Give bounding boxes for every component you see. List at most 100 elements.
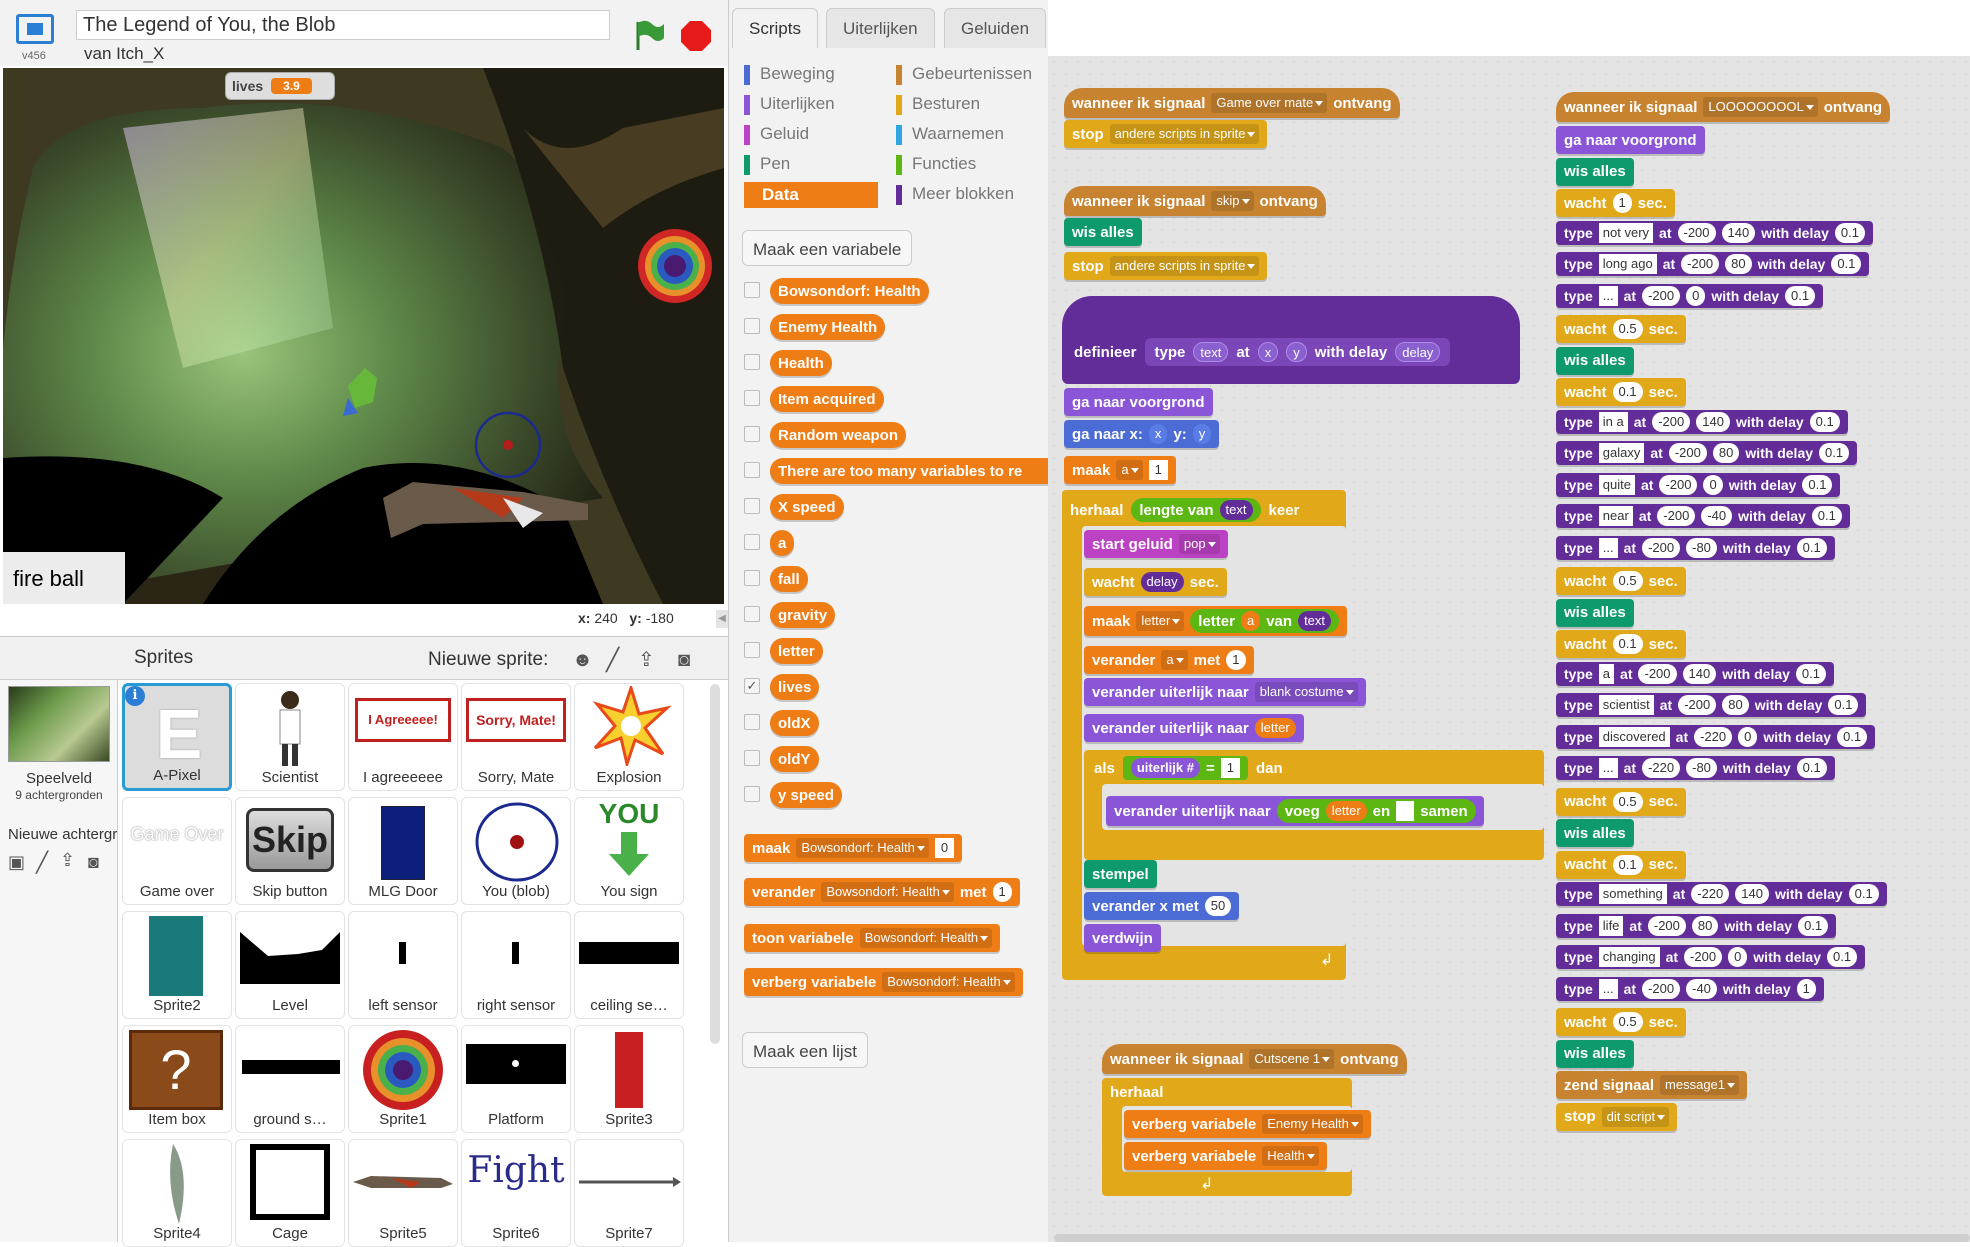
sprite-tile[interactable]: YOU You sign xyxy=(574,797,684,905)
variable-reporter[interactable]: y speed xyxy=(770,782,842,808)
paint-sprite-icon[interactable]: ╱ xyxy=(606,647,619,673)
s3-stamp-block[interactable]: stempel xyxy=(1084,860,1157,888)
s3-hide-block[interactable]: verdwijn xyxy=(1084,924,1161,952)
category-control[interactable]: Besturen xyxy=(896,94,980,115)
variable-checkbox[interactable] xyxy=(744,426,760,442)
variable-reporter[interactable]: Item acquired xyxy=(770,386,884,412)
change-variable-block[interactable]: verander Bowsondorf: Health met 1 xyxy=(744,878,1020,906)
variable-reporter[interactable]: There are too many variables to re xyxy=(770,458,1048,484)
s5-wait-block[interactable]: wacht 1 sec. xyxy=(1556,189,1675,217)
sprite-tile[interactable]: I Agreeeee! I agreeeeee xyxy=(348,683,458,791)
sprite-tile[interactable]: Explosion xyxy=(574,683,684,791)
s5-type-block[interactable]: type galaxy at -200 80 with delay 0.1 xyxy=(1556,441,1858,465)
s1-hat-block[interactable]: wanneer ik signaal Game over mate ontvang xyxy=(1064,88,1400,118)
sprite-tile[interactable]: E A-Pixel i xyxy=(122,683,232,791)
s5-clear-block[interactable]: wis alles xyxy=(1556,819,1634,847)
s5-clear-block[interactable]: wis alles xyxy=(1556,598,1634,627)
s5-type-block[interactable]: type... at -200 -80 with delay 0.1 xyxy=(1556,535,1835,560)
variable-reporter[interactable]: letter xyxy=(770,638,823,664)
sprite-tile[interactable]: ? Item box xyxy=(122,1025,232,1133)
s4-hide-var2-block[interactable]: verberg variabele Health xyxy=(1124,1142,1327,1170)
tab-scripts[interactable]: Scripts xyxy=(732,8,818,48)
s5-clear-block[interactable]: wis alles xyxy=(1556,157,1634,186)
s3-set-a-block[interactable]: maak a 1 xyxy=(1064,456,1176,484)
s5-wait-block[interactable]: wacht 0.5 sec. xyxy=(1556,787,1686,816)
variable-checkbox[interactable] xyxy=(744,534,760,550)
stage-canvas[interactable]: lives 3.9 fire ball xyxy=(3,68,724,604)
s3-wait-block[interactable]: wacht delay sec. xyxy=(1084,568,1227,596)
camera-sprite-icon[interactable]: ◙ xyxy=(678,649,690,672)
green-flag-icon[interactable] xyxy=(632,18,666,52)
s3-change-a-block[interactable]: verander a met 1 xyxy=(1084,646,1254,674)
s5-type-block[interactable]: type... at -200 -40 with delay 1 xyxy=(1556,976,1824,1001)
s4-hide-var1-block[interactable]: verberg variabele Enemy Health xyxy=(1124,1110,1371,1138)
camera-backdrop-icon[interactable]: ◙ xyxy=(88,852,99,873)
make-list-button[interactable]: Maak een lijst xyxy=(742,1032,868,1068)
s2-clear-block[interactable]: wis alles xyxy=(1064,218,1142,246)
s5-clear-block[interactable]: wis alles xyxy=(1556,1039,1634,1068)
s1-stop-block[interactable]: stop andere scripts in sprite xyxy=(1064,120,1268,148)
s5-type-block[interactable]: type near at -200 -40 with delay 0.1 xyxy=(1556,504,1850,528)
sprite-tile[interactable]: Sprite5 xyxy=(348,1139,458,1247)
variable-checkbox[interactable] xyxy=(744,462,760,478)
s5-type-block[interactable]: type a at -200 140 with delay 0.1 xyxy=(1556,661,1834,686)
s5-wait-block[interactable]: wacht 0.1 sec. xyxy=(1556,378,1686,406)
sprite-tile[interactable]: MLG Door xyxy=(348,797,458,905)
s3-costume-letter-block[interactable]: verander uiterlijk naar letter xyxy=(1084,714,1304,742)
make-variable-button[interactable]: Maak een variabele xyxy=(742,230,913,266)
sprite-library-icon[interactable]: ☻ xyxy=(572,649,593,672)
s2-stop-block[interactable]: stop andere scripts in sprite xyxy=(1064,252,1268,280)
variable-reporter[interactable]: fall xyxy=(770,566,808,592)
sprite-scrollbar[interactable] xyxy=(710,684,720,1044)
s3-sound-block[interactable]: start geluid pop xyxy=(1084,530,1228,558)
sprite-tile[interactable]: Sprite4 xyxy=(122,1139,232,1247)
s4-hat-block[interactable]: wanneer ik signaal Cutscene 1 ontvang xyxy=(1102,1044,1407,1074)
s5-wait-block[interactable]: wacht 0.1 sec. xyxy=(1556,630,1686,658)
s3-costume-join-block[interactable]: verander uiterlijk naar voeg letter en sam… xyxy=(1106,796,1484,826)
sprite-tile[interactable]: Cage xyxy=(235,1139,345,1247)
s5-wait-block[interactable]: wacht 0.5 sec. xyxy=(1556,567,1686,595)
s5-stop-block[interactable]: stop dit script xyxy=(1556,1102,1678,1131)
s3-goto-block[interactable]: ga naar x: x y: y xyxy=(1064,420,1220,448)
s5-type-block[interactable]: type in a at -200 140 with delay 0.1 xyxy=(1556,409,1848,434)
variable-reporter[interactable]: Random weapon xyxy=(770,422,907,448)
category-motion[interactable]: Beweging xyxy=(744,64,835,85)
project-title-input[interactable]: The Legend of You, the Blob xyxy=(76,10,610,40)
sprite-tile[interactable]: Sprite2 xyxy=(122,911,232,1019)
category-operators[interactable]: Functies xyxy=(896,154,976,175)
tab-sounds[interactable]: Geluiden xyxy=(944,8,1047,48)
paint-backdrop-icon[interactable]: ╱ xyxy=(36,850,48,875)
sprite-tile[interactable]: Sprite7 xyxy=(574,1139,684,1247)
sprite-tile[interactable]: Fight Sprite6 xyxy=(461,1139,571,1247)
tab-costumes[interactable]: Uiterlijken xyxy=(826,8,935,48)
variable-checkbox[interactable] xyxy=(744,282,760,298)
sprite-tile[interactable]: You (blob) xyxy=(461,797,571,905)
s2-hat-block[interactable]: wanneer ik signaal skip ontvang xyxy=(1064,186,1326,216)
variable-checkbox[interactable] xyxy=(744,318,760,334)
sprite-tile[interactable]: Level xyxy=(235,911,345,1019)
s5-type-block[interactable]: type not very at -200 140 with delay 0.1 xyxy=(1556,220,1873,245)
sprite-tile[interactable]: Scientist xyxy=(235,683,345,791)
category-sensing[interactable]: Waarnemen xyxy=(896,124,1004,145)
sprite-tile[interactable]: Sprite3 xyxy=(574,1025,684,1133)
sprite-tile[interactable]: right sensor xyxy=(461,911,571,1019)
variable-reporter[interactable]: Bowsondorf: Health xyxy=(770,278,929,304)
s5-hat-block[interactable]: wanneer ik signaal LOOOOOOOOL ontvang xyxy=(1556,92,1891,122)
s5-wait-block[interactable]: wacht 0.5 sec. xyxy=(1556,1008,1686,1036)
variable-checkbox[interactable] xyxy=(744,498,760,514)
define-hat-block[interactable]: definieer type text at x y with delay delay xyxy=(1062,296,1520,384)
s5-type-block[interactable]: type changing at -200 0 with delay 0.1 xyxy=(1556,945,1866,969)
s5-type-block[interactable]: type discovered at -220 0 with delay 0.1 xyxy=(1556,724,1876,749)
variable-checkbox[interactable] xyxy=(744,786,760,802)
variable-checkbox[interactable]: ✓ xyxy=(744,678,760,694)
variable-reporter[interactable]: X speed xyxy=(770,494,844,520)
hide-variable-block[interactable]: verberg variabele Bowsondorf: Health xyxy=(744,968,1023,996)
s5-wait-block[interactable]: wacht 0.1 sec. xyxy=(1556,850,1686,879)
s5-wait-block[interactable]: wacht 0.5 sec. xyxy=(1556,315,1686,343)
variable-reporter[interactable]: oldX xyxy=(770,710,819,736)
upload-backdrop-icon[interactable]: ⇪ xyxy=(60,850,75,871)
show-variable-block[interactable]: toon variabele Bowsondorf: Health xyxy=(744,924,1001,952)
category-sound[interactable]: Geluid xyxy=(744,124,809,145)
sprite-tile[interactable]: ceiling se… xyxy=(574,911,684,1019)
s3-set-letter-block[interactable]: maak letter letter a van text xyxy=(1084,606,1348,636)
